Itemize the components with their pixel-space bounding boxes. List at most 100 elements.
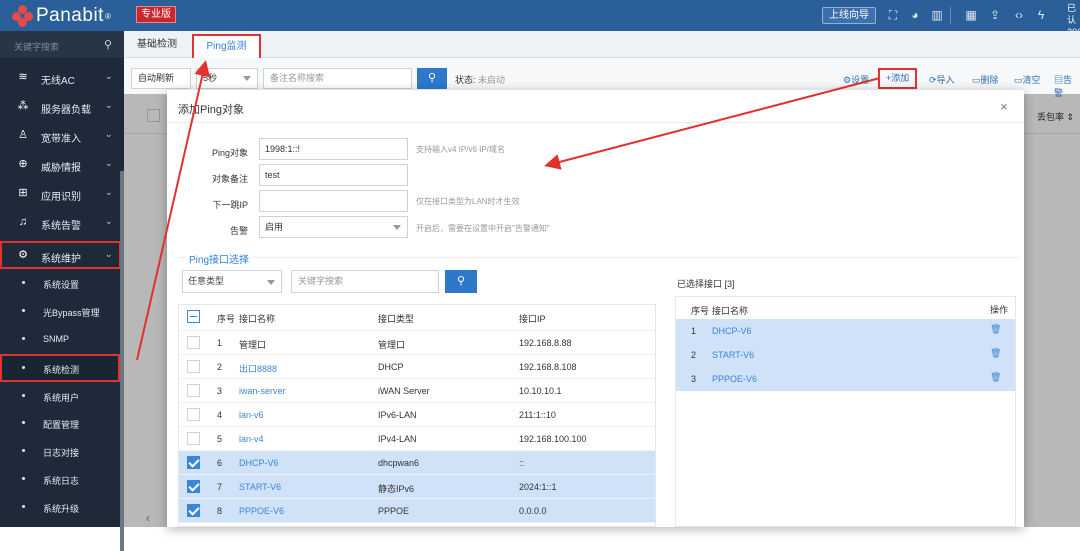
gear-icon: ⚙ xyxy=(18,249,28,261)
sidebar-subitem-system-users[interactable]: 系统用户 xyxy=(0,382,120,410)
row-checkbox[interactable] xyxy=(187,336,200,349)
alert-icon: ▤ xyxy=(1054,75,1064,85)
interface-type: DHCP xyxy=(378,362,404,372)
interface-name[interactable]: PPPOE-V6 xyxy=(239,506,284,516)
row-checkbox[interactable] xyxy=(187,504,200,517)
trash-icon[interactable]: 🗑 xyxy=(990,349,1001,359)
table-row[interactable]: 1 管理口 管理口 192.168.8.88 xyxy=(179,331,655,355)
row-checkbox[interactable] xyxy=(187,384,200,397)
ping-target-input[interactable]: 1998:1::! xyxy=(259,138,408,160)
bullet-icon xyxy=(22,505,25,508)
row-checkbox[interactable] xyxy=(187,456,200,469)
interface-search-button[interactable]: ⚲ xyxy=(445,270,477,293)
book-icon[interactable]: ▥ xyxy=(929,7,945,23)
row-no: 5 xyxy=(217,434,223,444)
layout-icon[interactable]: ▦ xyxy=(963,7,979,23)
sidebar-subitem-label: 系统用户 xyxy=(43,393,80,403)
sidebar-subitem-system-settings[interactable]: 系统设置 xyxy=(0,269,120,297)
table-row[interactable]: 7 START-V6 静态IPv6 2024:1::1 xyxy=(179,475,655,499)
delete-button[interactable]: ▭删除 xyxy=(972,73,999,86)
selected-row[interactable]: 1 DHCP-V6 🗑 xyxy=(676,319,1015,343)
brand-reg-mark: ® xyxy=(104,11,111,21)
palette-icon[interactable]: ◕ xyxy=(907,7,923,23)
row-no: 6 xyxy=(217,458,223,468)
interface-name[interactable]: DHCP-V6 xyxy=(239,458,279,468)
add-button[interactable]: +添加 xyxy=(878,68,918,89)
close-icon[interactable]: × xyxy=(1000,99,1008,114)
interface-name[interactable]: iwan-server xyxy=(239,386,286,396)
table-row[interactable]: 2 出口8888 DHCP 192.168.8.108 xyxy=(179,355,655,379)
table-row[interactable]: 8 PPPOE-V6 PPPOE 0.0.0.0 xyxy=(179,499,655,523)
select-all-checkbox[interactable] xyxy=(187,310,200,323)
import-icon: ⟳ xyxy=(929,75,937,85)
alarm-select[interactable]: 启用 xyxy=(259,216,408,238)
sidebar-item-app-recognition[interactable]: ⊞ 应用识别 ⌄ xyxy=(0,179,124,207)
bolt-icon[interactable]: ϟ xyxy=(1033,7,1049,23)
selected-row[interactable]: 3 PPPOE-V6 🗑 xyxy=(676,367,1015,391)
import-label: 导入 xyxy=(936,75,955,85)
search-icon[interactable]: ⚲ xyxy=(104,38,112,51)
sidebar-item-threat-intel[interactable]: ⊕ 威胁情报 ⌄ xyxy=(0,150,124,178)
remark-search-input[interactable]: 备注名称搜索 xyxy=(263,68,412,89)
code-icon[interactable]: ‹› xyxy=(1011,7,1027,23)
row-checkbox[interactable] xyxy=(187,432,200,445)
status-value: 未启动 xyxy=(478,75,506,85)
sidebar-item-system-alerts[interactable]: ♫ 系统告警 ⌄ xyxy=(0,208,124,236)
table-row[interactable]: 6 DHCP-V6 dhcpwan6:: xyxy=(179,451,655,475)
interface-keyword-input[interactable]: 关键字搜索 xyxy=(291,270,439,293)
upload-icon[interactable]: ⇪ xyxy=(987,7,1003,23)
tab-basic-detection[interactable]: 基础检测 xyxy=(137,31,177,58)
trash-icon[interactable]: 🗑 xyxy=(990,373,1001,383)
sidebar-search[interactable]: 关键字搜索 ⚲ xyxy=(0,31,124,58)
alarm-label: 告警 xyxy=(229,226,248,236)
sidebar-subitem-system-detection[interactable]: 系统检测 xyxy=(0,354,120,382)
auto-refresh-select[interactable]: 自动刷新 xyxy=(131,68,191,89)
dialog-divider xyxy=(167,122,1024,123)
next-hop-input[interactable] xyxy=(259,190,408,212)
sidebar-subitem-system-logs[interactable]: 系统日志 xyxy=(0,465,120,493)
trash-icon: ▭ xyxy=(972,75,981,85)
sidebar-item-broadband-access[interactable]: ♙ 宽带准入 ⌄ xyxy=(0,121,124,149)
sidebar-subitem-log-integration[interactable]: 日志对接 xyxy=(0,437,120,465)
brand-name: Panabit xyxy=(36,5,104,26)
selected-row[interactable]: 2 START-V6 🗑 xyxy=(676,343,1015,367)
remark-input[interactable]: test xyxy=(259,164,408,186)
remark-search-placeholder: 备注名称搜索 xyxy=(270,73,325,83)
interface-type-select[interactable]: 任意类型 xyxy=(182,270,282,293)
sidebar-subitem-config-management[interactable]: 配置管理 xyxy=(0,409,120,437)
fullscreen-icon[interactable]: ⛶ xyxy=(885,7,901,23)
selected-interface-table: 序号 接口名称 操作 1 DHCP-V6 🗑 2 START-V6 🗑 3 PPPOE-V6 🗑 xyxy=(675,296,1016,527)
interface-ip: 211:1::10 xyxy=(519,410,556,420)
search-button[interactable]: ⚲ xyxy=(417,68,447,89)
interface-name[interactable]: lan-v6 xyxy=(239,410,264,420)
clear-button[interactable]: ▭清空 xyxy=(1014,73,1041,86)
sidebar-item-server-load[interactable]: ⁂ 服务器负载 ⌄ xyxy=(0,92,124,120)
chevron-down-icon: ⌄ xyxy=(105,216,113,226)
trash-icon[interactable]: 🗑 xyxy=(990,325,1001,335)
table-row[interactable]: 3 iwan-server iWAN Server 10.10.10.1 xyxy=(179,379,655,403)
user-info-line1: 已认 xyxy=(1067,3,1077,25)
row-no: 3 xyxy=(691,374,697,384)
sidebar-subitem-system-upgrade[interactable]: 系统升级 xyxy=(0,493,120,521)
sidebar-item-system-maintenance[interactable]: ⚙ 系统维护 ⌄ xyxy=(0,241,121,269)
interface-name[interactable]: DHCP-V6 xyxy=(712,326,752,336)
sidebar-item-wireless-ac[interactable]: ≋ 无线AC ⌄ xyxy=(0,63,124,91)
row-checkbox[interactable] xyxy=(187,408,200,421)
interface-name[interactable]: 出口8888 xyxy=(239,362,277,375)
refresh-interval-select[interactable]: 5秒 xyxy=(196,68,258,89)
import-button[interactable]: ⟳导入 xyxy=(929,73,955,86)
settings-button[interactable]: ⚙设置 xyxy=(843,73,869,86)
interface-name[interactable]: PPPOE-V6 xyxy=(712,374,757,384)
row-checkbox[interactable] xyxy=(187,360,200,373)
delete-label: 删除 xyxy=(980,75,999,85)
sidebar-subitem-optical-bypass[interactable]: 光Bypass管理 xyxy=(0,297,120,325)
interface-name[interactable]: START-V6 xyxy=(712,350,754,360)
table-row[interactable]: 4 lan-v6 IPv6-LAN 211:1::10 xyxy=(179,403,655,427)
interface-name[interactable]: START-V6 xyxy=(239,482,281,492)
row-checkbox[interactable] xyxy=(187,480,200,493)
setup-guide-button[interactable]: 上线向导 xyxy=(822,7,876,24)
sidebar-subitem-snmp[interactable]: SNMP xyxy=(0,325,120,353)
tab-ping-monitor[interactable]: Ping监测 xyxy=(192,34,261,60)
interface-name[interactable]: lan-v4 xyxy=(239,434,264,444)
table-row[interactable]: 5 lan-v4 IPv4-LAN 192.168.100.100 xyxy=(179,427,655,451)
